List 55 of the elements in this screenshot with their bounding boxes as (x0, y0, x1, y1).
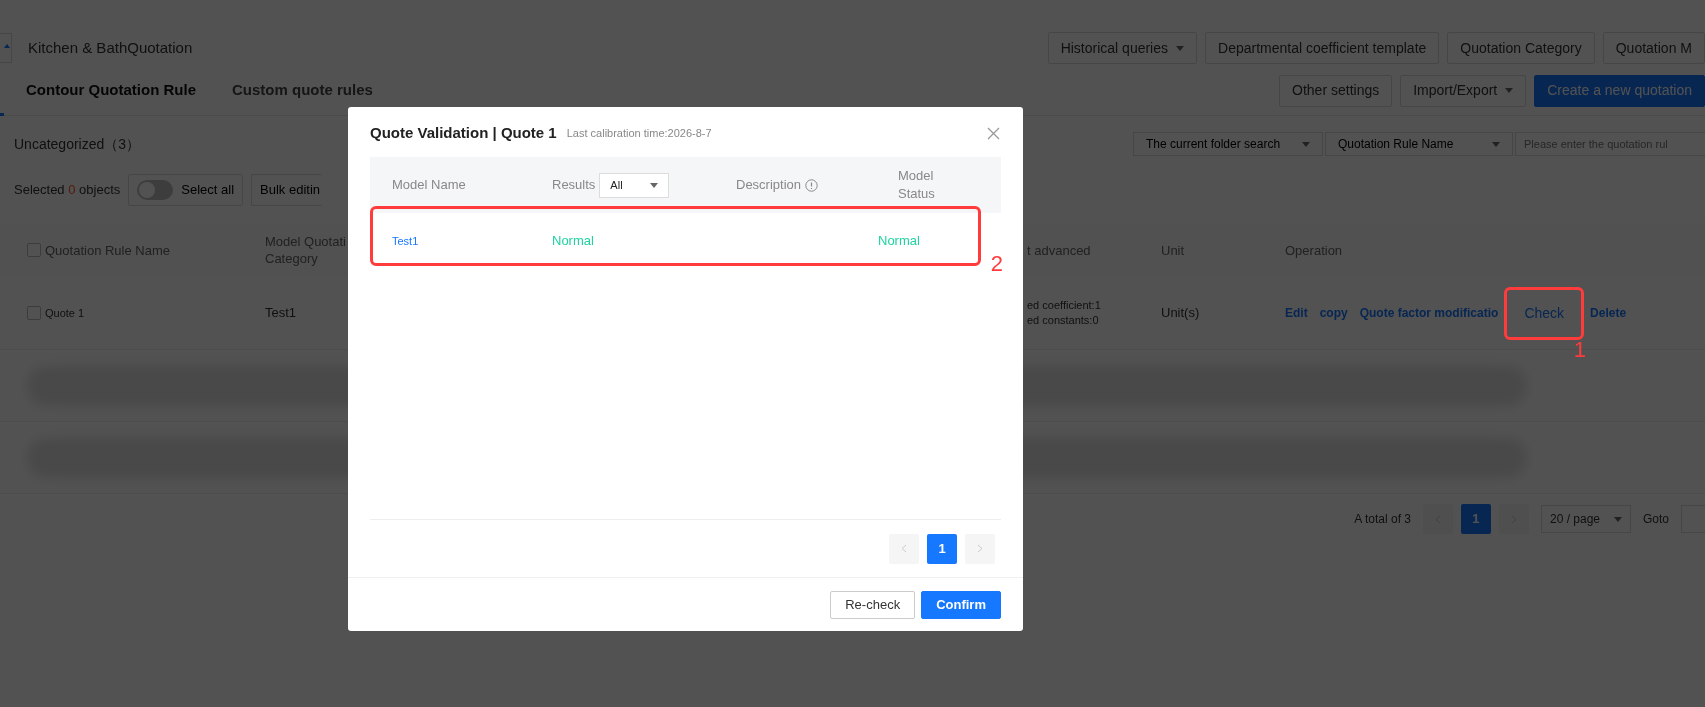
operation-link[interactable]: Edit (1285, 306, 1308, 321)
calibration-time: Last calibration time:2026-8-7 (566, 125, 712, 141)
column-header: Results (552, 176, 596, 195)
page-button[interactable]: 1 (1461, 504, 1491, 534)
close-button[interactable] (985, 125, 1001, 141)
next-page-button[interactable] (965, 533, 995, 564)
tab[interactable]: Custom quote rules (232, 79, 373, 102)
select-all-toggle[interactable]: Select all (128, 174, 244, 206)
table-cell-text: Unit(s) (1161, 304, 1201, 323)
tab[interactable]: Contour Quotation Rule (26, 79, 196, 102)
callout-number: 2 (990, 253, 1003, 275)
dialog-title: Quote Validation | Quote 1 (370, 122, 557, 143)
column-header: Model Status (898, 167, 935, 203)
operation-link[interactable]: copy (1319, 306, 1348, 321)
toolbar-button[interactable]: Other settings (1279, 74, 1393, 107)
dialog-button[interactable]: Re-check (830, 590, 916, 619)
table-cell-text: Quote 1 (45, 305, 85, 321)
chevron-left-icon (901, 544, 907, 553)
caret-icon (650, 182, 659, 188)
operation-link[interactable]: Quote factor modificatio (1359, 306, 1499, 321)
column-header: Model Name (391, 176, 467, 195)
goto-label: Goto (1643, 511, 1669, 528)
folder-label: Uncategorized（3） (14, 134, 141, 154)
page-title: Kitchen & BathQuotation (28, 37, 193, 58)
column-header: Description (736, 175, 898, 195)
page-button[interactable]: 1 (927, 533, 957, 564)
page-size-select[interactable]: 20 / page (1541, 505, 1631, 533)
scope-select[interactable]: The current folder search (1133, 132, 1323, 156)
table-cell-text: Test1 (265, 304, 298, 323)
chevron-right-icon (977, 544, 983, 553)
toolbar-button[interactable]: Quotation M (1602, 32, 1705, 64)
table-cell-text: ed coefficient:1 ed constants:0 (1027, 298, 1102, 328)
bulk-edit-button[interactable]: Bulk editin (251, 174, 322, 206)
results-filter-select[interactable]: All (599, 172, 670, 198)
caret-icon (1614, 516, 1622, 522)
caret-icon (1492, 141, 1500, 147)
info-icon (805, 178, 819, 192)
toolbar-button[interactable]: Departmental coefficient template (1205, 32, 1440, 64)
toolbar-button[interactable]: Import/Export (1400, 74, 1527, 107)
previous-page-button[interactable] (889, 533, 919, 564)
selection-count: Selected 0 objects (14, 181, 121, 200)
dialog-button[interactable]: Confirm (921, 590, 1001, 619)
result-text: Normal (552, 232, 595, 251)
total-count: A total of 3 (1354, 511, 1411, 528)
operation-link[interactable]: Delete (1590, 306, 1627, 321)
caret-icon (1302, 141, 1310, 147)
toolbar-button[interactable]: Create a new quotation (1534, 74, 1705, 107)
operation-link[interactable]: Check (1524, 304, 1565, 321)
toolbar-button[interactable]: Historical queries (1047, 32, 1197, 64)
back-button[interactable] (0, 33, 12, 63)
field-select[interactable]: Quotation Rule Name (1325, 132, 1513, 156)
toolbar-button[interactable]: Quotation Category (1447, 32, 1595, 64)
callout-number: 1 (1573, 338, 1587, 361)
status-text: Normal (878, 232, 920, 251)
model-link[interactable]: Test1 (392, 235, 419, 248)
